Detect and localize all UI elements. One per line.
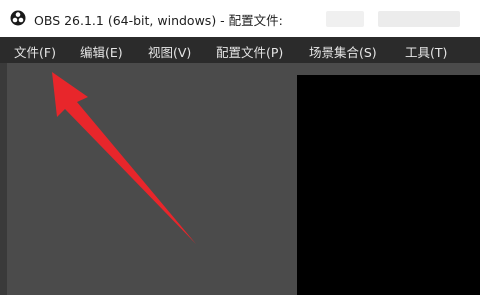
preview-canvas: [297, 75, 480, 295]
window-left-border: [0, 63, 7, 295]
menu-tools[interactable]: 工具(T): [405, 42, 447, 61]
title-bar: OBS 26.1.1 (64-bit, windows) - 配置文件:: [0, 0, 480, 37]
menu-scene-collection[interactable]: 场景集合(S): [309, 42, 377, 61]
menu-edit[interactable]: 编辑(E): [80, 42, 123, 61]
obs-logo-icon: [10, 10, 26, 26]
menu-profile[interactable]: 配置文件(P): [216, 42, 283, 61]
menu-file[interactable]: 文件(F): [14, 42, 56, 61]
menu-bar: 文件(F) 编辑(E) 视图(V) 配置文件(P) 场景集合(S) 工具(T): [0, 37, 480, 63]
redacted-profile-name: [326, 11, 364, 27]
redacted-scene-name: [378, 11, 460, 27]
menu-view[interactable]: 视图(V): [148, 42, 191, 61]
window-title: OBS 26.1.1 (64-bit, windows) - 配置文件:: [34, 13, 283, 28]
